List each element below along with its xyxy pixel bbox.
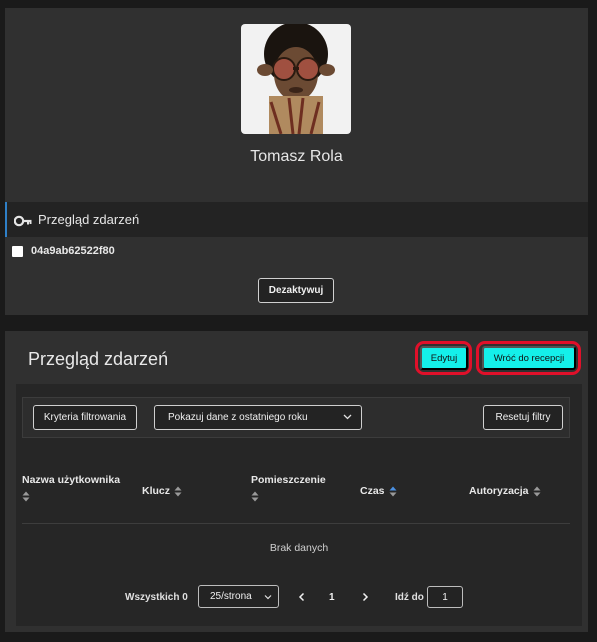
total-count: Wszystkich 0 (125, 592, 188, 603)
table-divider (22, 523, 570, 524)
chevron-left-icon[interactable] (296, 590, 308, 602)
avatar (241, 24, 351, 134)
column-label: Klucz (142, 485, 171, 497)
empty-state-text: Brak danych (269, 542, 329, 554)
sort-icon (251, 491, 259, 502)
date-range-select[interactable]: Pokazuj dane z ostatniego roku (154, 405, 362, 430)
page-size-value: 25/strona (210, 591, 252, 602)
edit-button[interactable]: Edytuj (420, 346, 468, 370)
card-checkbox[interactable] (12, 245, 23, 257)
column-header-authorization[interactable]: Autoryzacja (469, 485, 541, 497)
sort-icon (533, 486, 541, 497)
column-label: Autoryzacja (469, 485, 529, 497)
column-header-room[interactable]: Pomieszczenie (251, 472, 351, 504)
sort-icon (22, 491, 30, 502)
column-header-time[interactable]: Czas (360, 485, 397, 497)
reset-filters-button[interactable]: Resetuj filtry (483, 405, 563, 430)
column-label: Pomieszczenie (251, 474, 326, 486)
profile-card: Tomasz Rola Przegląd zdarzeń 04a9ab62522… (5, 8, 588, 315)
sort-icon (174, 486, 182, 497)
chevron-down-icon (264, 593, 272, 601)
deactivate-button[interactable]: Dezaktywuj (258, 278, 334, 303)
date-range-value: Pokazuj dane z ostatniego roku (168, 412, 308, 423)
column-header-key[interactable]: Klucz (142, 485, 182, 497)
section-title: Przegląd zdarzeń (38, 212, 140, 227)
section-header-events[interactable]: Przegląd zdarzeń (5, 202, 588, 237)
events-card: Przegląd zdarzeń Edytuj Wróć do recepcji… (5, 331, 588, 632)
card-id: 04a9ab62522f80 (31, 245, 115, 257)
column-header-user[interactable]: Nazwa użytkownika (22, 472, 132, 504)
user-name: Tomasz Rola (250, 148, 343, 165)
back-to-reception-button[interactable]: Wróć do recepcji (482, 346, 576, 370)
goto-page-input[interactable] (427, 586, 463, 608)
column-label: Czas (360, 485, 385, 497)
card-item: 04a9ab62522f80 (12, 244, 115, 258)
events-panel: Kryteria filtrowania Pokazuj dane z osta… (16, 384, 582, 626)
filter-criteria-button[interactable]: Kryteria filtrowania (33, 405, 137, 430)
page-title: Przegląd zdarzeń (28, 349, 169, 369)
page-size-select[interactable]: 25/strona (198, 585, 279, 608)
goto-label: Idź do (395, 592, 424, 603)
filter-bar: Kryteria filtrowania Pokazuj dane z osta… (22, 397, 570, 438)
key-icon (13, 214, 32, 226)
chevron-right-icon[interactable] (359, 590, 371, 602)
current-page[interactable]: 1 (329, 592, 335, 603)
chevron-down-icon (343, 412, 352, 421)
column-label: Nazwa użytkownika (22, 474, 121, 486)
sort-active-icon (389, 486, 397, 497)
